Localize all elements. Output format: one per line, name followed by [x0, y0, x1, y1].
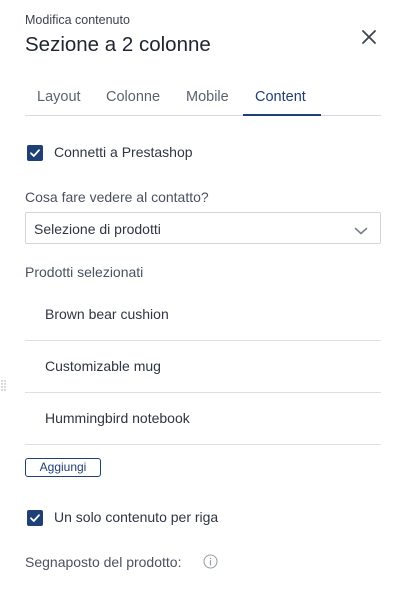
product-name: Brown bear cushion: [45, 306, 169, 322]
single-per-row-label: Un solo contenuto per riga: [54, 509, 219, 525]
list-item[interactable]: Brown bear cushion: [25, 289, 381, 341]
product-name: Hummingbird notebook: [45, 410, 190, 426]
display-question-label: Cosa fare vedere al contatto?: [25, 189, 209, 205]
display-type-select[interactable]: Selezione di prodotti: [25, 212, 381, 244]
active-tab-indicator: [243, 114, 321, 116]
edit-content-panel: Modifica contenuto Sezione a 2 colonne L…: [0, 0, 406, 590]
panel-title: Sezione a 2 colonne: [25, 33, 211, 56]
chevron-down-icon: [354, 223, 368, 241]
add-product-button[interactable]: Aggiungi: [25, 458, 101, 477]
tab-mobile[interactable]: Mobile: [186, 89, 229, 105]
display-type-select-value: Selezione di prodotti: [34, 221, 161, 237]
panel-subtitle: Modifica contenuto: [25, 13, 130, 27]
product-name: Customizable mug: [45, 358, 161, 374]
tab-bar: Layout Colonne Mobile Content: [25, 82, 381, 116]
selected-products-label: Prodotti selezionati: [25, 264, 144, 280]
info-icon[interactable]: [203, 554, 218, 569]
tab-layout[interactable]: Layout: [37, 89, 81, 105]
resize-handle-icon[interactable]: [1, 379, 6, 391]
connect-prestashop-label: Connetti a Prestashop: [54, 144, 193, 160]
single-per-row-checkbox[interactable]: [27, 510, 43, 526]
list-item[interactable]: Hummingbird notebook: [25, 393, 381, 445]
connect-prestashop-checkbox[interactable]: [27, 145, 43, 161]
tab-content[interactable]: Content: [255, 89, 306, 105]
close-icon[interactable]: [356, 24, 382, 50]
tab-colonne[interactable]: Colonne: [106, 89, 160, 105]
product-placeholder-label: Segnaposto del prodotto:: [25, 554, 182, 570]
list-item[interactable]: Customizable mug: [25, 341, 381, 393]
